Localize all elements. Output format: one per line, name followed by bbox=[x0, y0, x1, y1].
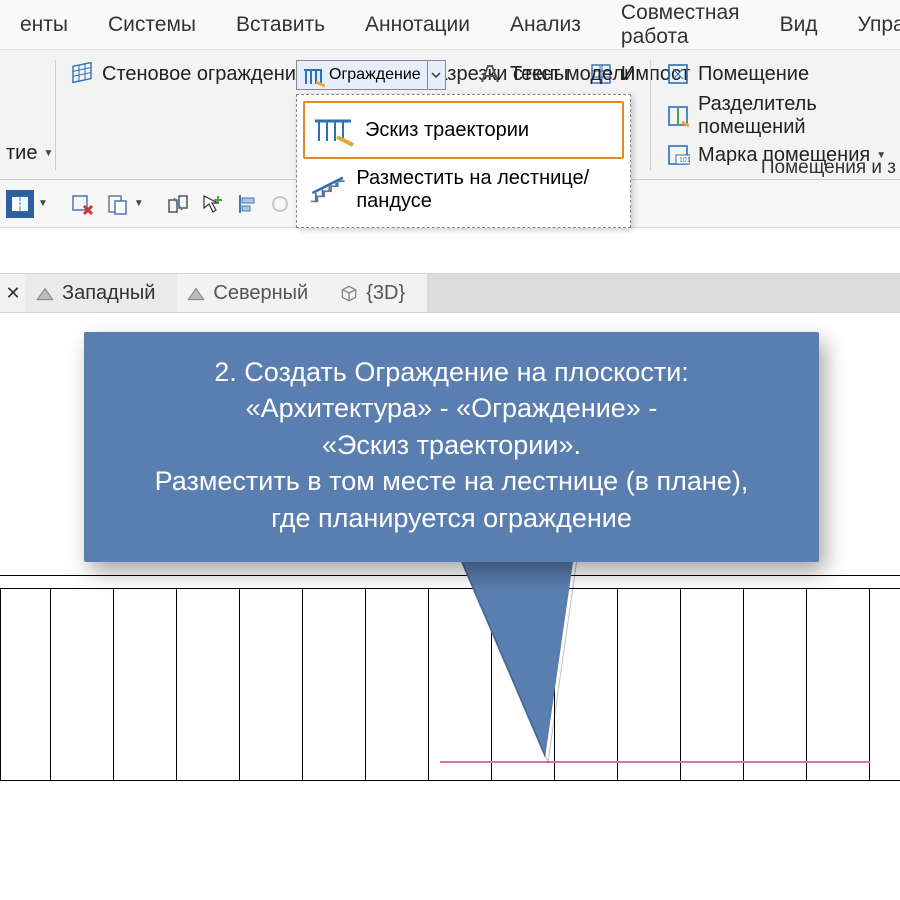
text-icon bbox=[478, 62, 502, 86]
callout-line: 2. Создать Ограждение на плоскости: bbox=[108, 354, 795, 390]
qat-btn-paste[interactable] bbox=[102, 190, 130, 218]
ribbon-group-label: Помещения и з bbox=[761, 157, 896, 179]
qat-btn-activate[interactable] bbox=[198, 190, 226, 218]
menu-bar: енты Системы Вставить Аннотации Анализ С… bbox=[0, 0, 900, 50]
chevron-down-icon[interactable]: ▼ bbox=[38, 198, 48, 209]
tab-label: Западный bbox=[62, 282, 155, 305]
room-tag-icon: 101 bbox=[666, 143, 690, 167]
ribbon-btn-railing[interactable]: Ограждение bbox=[296, 60, 446, 90]
menu-item[interactable]: Системы bbox=[88, 13, 216, 37]
cursor-move-icon bbox=[200, 192, 224, 216]
callout-line: где планируется ограждение bbox=[108, 500, 795, 536]
ribbon-label: Ограждение bbox=[329, 66, 421, 84]
clipboard-icon bbox=[104, 192, 128, 216]
view-tabs: ✕ Западный Северный {3D} bbox=[0, 273, 900, 313]
menu-item[interactable]: Вставить bbox=[216, 13, 345, 37]
menu-item[interactable]: Управление bbox=[838, 13, 900, 37]
ribbon-label: Помещение bbox=[698, 63, 809, 86]
railing-sketch-icon bbox=[311, 111, 355, 149]
callout-line: Разместить в том месте на лестнице (в пл… bbox=[108, 463, 795, 499]
chevron-down-icon: ▼ bbox=[43, 148, 53, 159]
svg-text:101: 101 bbox=[679, 157, 690, 164]
tab-west[interactable]: Западный bbox=[26, 274, 177, 312]
drawing-line bbox=[0, 780, 900, 781]
drawing-line bbox=[0, 575, 900, 576]
room-separator-icon bbox=[666, 104, 690, 128]
filter-icon bbox=[70, 192, 94, 216]
cube-icon bbox=[338, 282, 360, 304]
ribbon-btn-room[interactable]: Помещение bbox=[658, 60, 817, 88]
railing-dropdown-toggle[interactable] bbox=[427, 61, 445, 89]
ribbon-btn-curtain-wall[interactable]: Стеновое ограждение bbox=[62, 60, 315, 88]
ribbon-btn-partial[interactable]: тие ▼ bbox=[0, 140, 61, 167]
qat-btn-properties[interactable] bbox=[6, 190, 34, 218]
blank-area bbox=[0, 228, 900, 273]
tab-label: Северный bbox=[213, 282, 308, 305]
ribbon-label: Разделитель помещений bbox=[698, 93, 892, 139]
match-icon bbox=[166, 192, 190, 216]
railing-stair-icon bbox=[309, 171, 346, 209]
dropdown-label: Разместить на лестнице/пандусе bbox=[356, 167, 618, 213]
ribbon-divider bbox=[650, 60, 651, 170]
elevation-icon bbox=[185, 282, 207, 304]
gear-icon bbox=[268, 192, 292, 216]
ribbon: тие ▼ Стеновое ограждение Схема разрезки… bbox=[0, 50, 900, 180]
dropdown-item-sketch-path[interactable]: Эскиз траектории bbox=[303, 101, 624, 159]
room-icon bbox=[666, 62, 690, 86]
chevron-down-icon bbox=[431, 70, 441, 80]
callout-line: «Эскиз траектории». bbox=[108, 427, 795, 463]
close-tab-button[interactable]: ✕ bbox=[0, 283, 26, 304]
grid-icon bbox=[70, 62, 94, 86]
drawing-line bbox=[0, 588, 900, 589]
tab-north[interactable]: Северный bbox=[177, 274, 330, 312]
callout-tail bbox=[455, 548, 625, 768]
menu-item[interactable]: Аннотации bbox=[345, 13, 490, 37]
ribbon-label: Стеновое ограждение bbox=[102, 63, 307, 86]
qat-btn-match[interactable] bbox=[164, 190, 192, 218]
align-icon bbox=[234, 192, 258, 216]
tab-filler bbox=[427, 274, 900, 312]
qat-btn-align[interactable] bbox=[232, 190, 260, 218]
ribbon-label: Текст модели bbox=[510, 63, 635, 86]
qat-btn-filter[interactable] bbox=[68, 190, 96, 218]
railing-dropdown-menu: Эскиз траектории Разместить на лестнице/… bbox=[296, 94, 631, 228]
dropdown-item-place-on-stair[interactable]: Разместить на лестнице/пандусе bbox=[303, 159, 624, 221]
ribbon-btn-model-text[interactable]: Текст модели bbox=[470, 60, 643, 88]
railing-icon bbox=[301, 64, 323, 86]
menu-item[interactable]: Совместная работа bbox=[601, 1, 760, 49]
menu-item[interactable]: енты bbox=[0, 13, 88, 37]
menu-item[interactable]: Вид bbox=[760, 13, 838, 37]
tab-3d[interactable]: {3D} bbox=[330, 274, 427, 312]
qat-btn-disabled bbox=[266, 190, 294, 218]
callout-line: «Архитектура» - «Ограждение» - bbox=[108, 390, 795, 426]
ribbon-label: тие bbox=[6, 142, 37, 165]
properties-icon bbox=[10, 192, 30, 216]
chevron-down-icon[interactable]: ▼ bbox=[134, 198, 144, 209]
elevation-icon bbox=[34, 282, 56, 304]
dropdown-label: Эскиз траектории bbox=[365, 119, 529, 142]
tab-label: {3D} bbox=[366, 282, 405, 305]
annotation-callout: 2. Создать Ограждение на плоскости: «Арх… bbox=[84, 332, 819, 562]
ribbon-divider bbox=[55, 60, 56, 170]
ribbon-btn-room-separator[interactable]: Разделитель помещений bbox=[658, 91, 900, 141]
menu-item[interactable]: Анализ bbox=[490, 13, 601, 37]
